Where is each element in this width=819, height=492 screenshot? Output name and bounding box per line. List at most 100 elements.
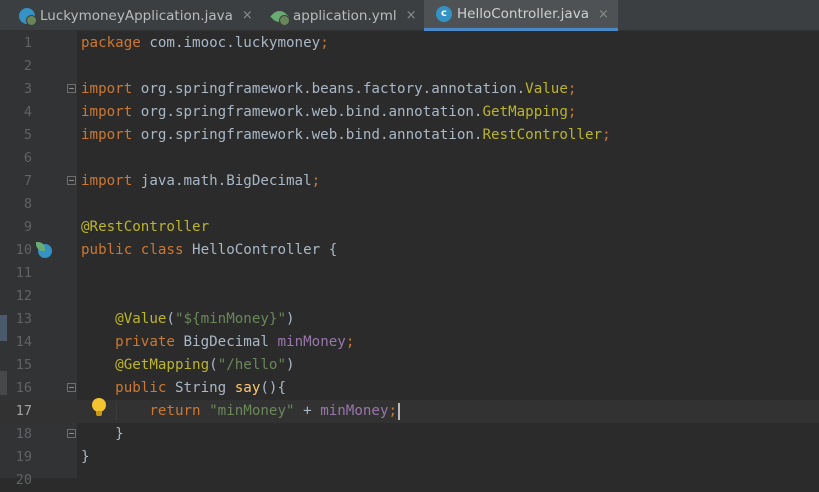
code-line[interactable]: 9 @RestController — [0, 216, 819, 239]
code-token: ; — [320, 35, 329, 51]
code-token: @GetMapping — [115, 357, 210, 373]
code-text: import java.math.BigDecimal; — [81, 170, 320, 193]
code-token: minMoney — [320, 403, 389, 419]
tab-label: HelloController.java — [457, 6, 589, 22]
code-token: public class — [81, 242, 193, 258]
code-line[interactable]: 8 — [0, 193, 819, 216]
code-line[interactable]: 18 } — [0, 423, 819, 446]
code-line[interactable]: 11 — [0, 262, 819, 285]
code-line[interactable]: 5 import org.springframework.web.bind.ann… — [0, 124, 819, 147]
code-token: BigDecimal — [183, 334, 278, 350]
fold-marker-icon[interactable] — [67, 176, 76, 185]
indent-guide — [116, 402, 117, 420]
code-token: ; — [388, 403, 398, 419]
line-number: 9 — [23, 219, 32, 235]
code-line[interactable]: 14 private BigDecimal minMoney; — [0, 331, 819, 354]
code-line[interactable]: 2 — [0, 55, 819, 78]
line-number: 18 — [15, 426, 32, 442]
code-line[interactable]: 17 return "minMoney" + minMoney; — [0, 400, 819, 423]
line-number: 7 — [23, 173, 32, 189]
code-token: ; — [567, 81, 577, 97]
line-number: 5 — [23, 127, 32, 143]
code-text: @Value("${minMoney}") — [81, 308, 295, 331]
close-icon[interactable]: × — [242, 8, 253, 23]
code-line[interactable]: 7 import java.math.BigDecimal; — [0, 170, 819, 193]
code-text: } — [81, 423, 124, 446]
code-text: private BigDecimal minMoney; — [81, 331, 354, 354]
code-line[interactable]: 12 — [0, 285, 819, 308]
line-number: 13 — [15, 311, 32, 327]
code-token: ; — [311, 173, 321, 189]
code-token: minMoney — [277, 334, 346, 350]
code-line[interactable]: 15 @GetMapping("/hello") — [0, 354, 819, 377]
tab-application-yml[interactable]: application.yml × — [263, 0, 424, 31]
spring-bean-gutter-icon[interactable] — [36, 242, 52, 258]
code-token: return — [149, 403, 210, 419]
code-token: ) — [286, 311, 295, 327]
code-line[interactable]: 1 package com.imooc.luckymoney; — [0, 32, 819, 55]
code-line[interactable]: 10 public class HelloController { — [0, 239, 819, 262]
line-number: 11 — [15, 265, 32, 281]
line-number: 4 — [23, 104, 32, 120]
code-token: import — [81, 127, 141, 143]
code-line[interactable]: 20 — [0, 469, 819, 492]
code-token: org.springframework.beans.factory.annota… — [140, 81, 526, 97]
code-token: org.springframework.web.bind.annotation. — [140, 104, 483, 120]
line-number: 20 — [15, 472, 32, 488]
code-token: org.springframework.web.bind.annotation. — [140, 127, 483, 143]
line-number: 17 — [15, 403, 32, 419]
code-token: "/hello" — [217, 357, 287, 373]
code-token: HelloController { — [192, 242, 338, 258]
code-token: say — [234, 380, 261, 396]
code-token: ; — [345, 334, 355, 350]
code-token: } — [81, 426, 124, 442]
code-token: @RestController — [81, 219, 210, 235]
tab-label: LuckymoneyApplication.java — [40, 7, 233, 24]
fold-marker-icon[interactable] — [67, 84, 76, 93]
code-token: + — [294, 403, 321, 419]
code-token: ; — [567, 104, 577, 120]
code-token: "${minMoney}" — [174, 311, 287, 327]
code-line[interactable]: 19} — [0, 446, 819, 469]
code-text: import org.springframework.web.bind.anno… — [81, 124, 611, 147]
code-line[interactable]: 3 import org.springframework.beans.factor… — [0, 78, 819, 101]
code-line[interactable]: 16 public String say(){ — [0, 377, 819, 400]
lightbulb-icon[interactable] — [91, 398, 107, 418]
code-token: ; — [602, 127, 611, 143]
spring-app-class-icon — [19, 7, 37, 26]
line-number: 15 — [15, 357, 32, 373]
code-token: ) — [286, 357, 295, 373]
fold-marker-icon[interactable] — [67, 383, 76, 392]
code-text: @GetMapping("/hello") — [81, 354, 295, 377]
text-caret — [398, 402, 401, 420]
code-text: } — [81, 446, 90, 469]
code-text: import org.springframework.web.bind.anno… — [81, 101, 576, 124]
fold-marker-icon[interactable] — [67, 429, 76, 438]
class-c-icon: c — [436, 6, 452, 22]
line-number: 6 — [23, 150, 32, 166]
code-token: @Value — [115, 311, 167, 327]
code-text: public class HelloController { — [81, 239, 337, 262]
tab-label: application.yml — [293, 7, 397, 24]
close-icon[interactable]: × — [598, 7, 609, 22]
close-icon[interactable]: × — [406, 8, 417, 23]
code-token: public — [115, 380, 175, 396]
code-text: package com.imooc.luckymoney; — [81, 32, 329, 55]
tab-luckymoney-application[interactable]: LuckymoneyApplication.java × — [0, 0, 263, 31]
line-number: 14 — [15, 334, 32, 350]
code-text: return "minMoney" + minMoney; — [81, 400, 401, 423]
code-text: import org.springframework.beans.factory… — [81, 78, 576, 101]
code-token: GetMapping — [482, 104, 568, 120]
code-token: (){ — [260, 380, 287, 396]
tab-hello-controller[interactable]: c HelloController.java × — [424, 0, 618, 31]
code-line[interactable]: 13 @Value("${minMoney}") — [0, 308, 819, 331]
code-line[interactable]: 6 — [0, 147, 819, 170]
line-number: 8 — [23, 196, 32, 212]
code-line[interactable]: 4 import org.springframework.web.bind.ann… — [0, 101, 819, 124]
code-token: ( — [166, 311, 175, 327]
code-token: import — [81, 104, 141, 120]
